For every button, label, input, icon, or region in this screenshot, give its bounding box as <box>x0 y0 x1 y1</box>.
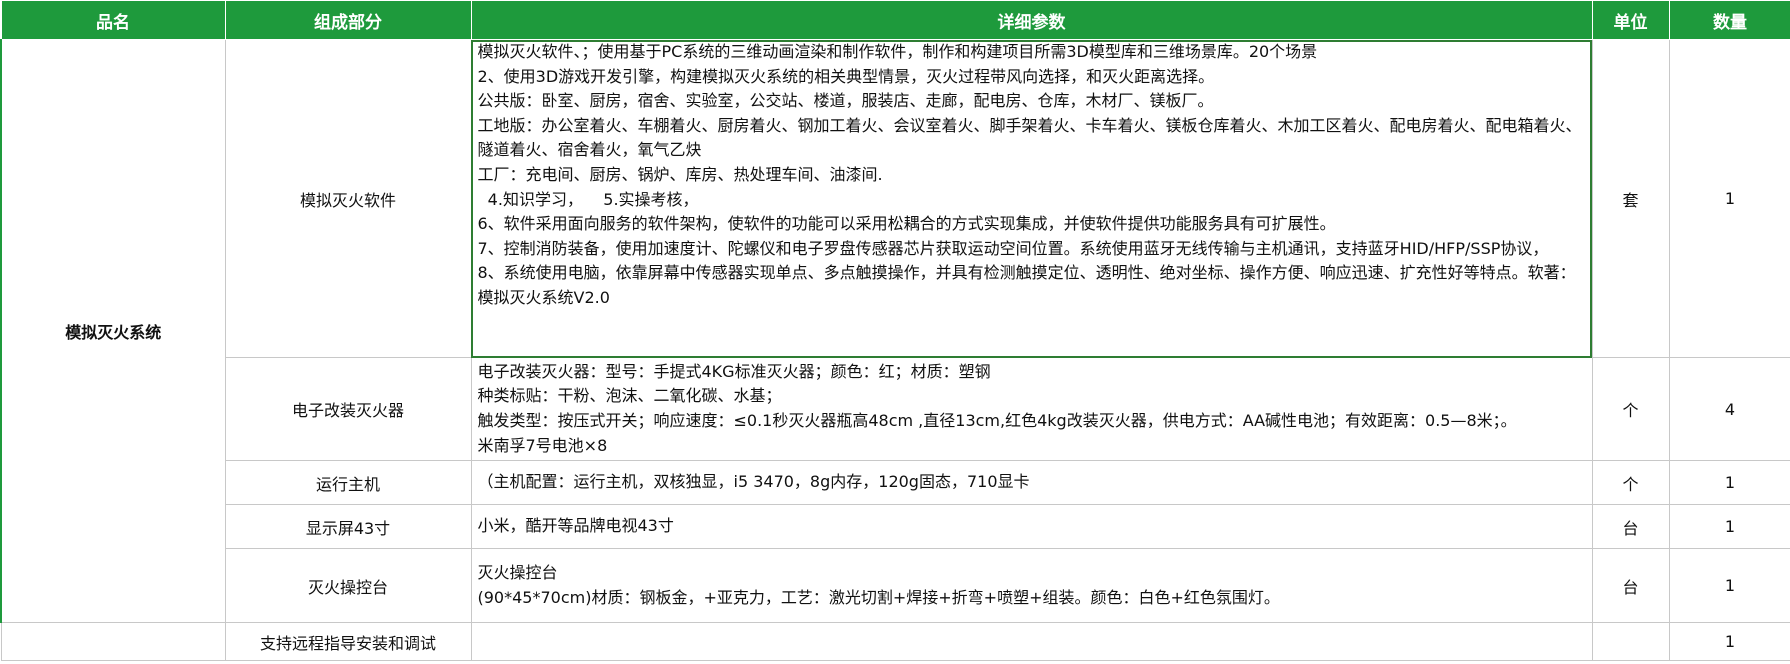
detail-cell[interactable] <box>470 622 1593 661</box>
detail-line: 工地版：办公室着火、车棚着火、厨房着火、钢加工着火、会议室着火、脚手架着火、卡车… <box>477 115 1582 160</box>
detail-cell[interactable]: 小米，酷开等品牌电视43寸 <box>470 504 1593 549</box>
header-quantity[interactable]: 数量 <box>1668 0 1790 40</box>
header-row: 品名 组成部分 详细参数 单位 数量 <box>0 0 1790 40</box>
empty-cell[interactable] <box>0 622 226 661</box>
unit-cell[interactable]: 个 <box>1591 460 1670 505</box>
component-cell[interactable]: 模拟灭火软件 <box>224 39 472 358</box>
table-row: 显示屏43寸 小米，酷开等品牌电视43寸 台 1 <box>1 504 1790 549</box>
detail-line: 电子改装灭火器：型号：手提式4KG标准灭火器；颜色：红；材质：塑钢 <box>477 361 991 381</box>
unit-cell[interactable]: 套 <box>1591 39 1670 358</box>
detail-line: 6、软件采用面向服务的软件架构，使软件的功能可以采用松耦合的方式实现集成，并使软… <box>477 214 1336 234</box>
detail-line: 灭火操控台 <box>477 562 558 582</box>
table-row: 灭火操控台 灭火操控台 (90*45*70cm)材质：钢板金，+亚克力，工艺：激… <box>1 548 1790 623</box>
detail-line: （主机配置：运行主机，双核独显，i5 3470，8g内存，120g固态，710显… <box>477 472 1030 492</box>
detail-line: 种类标贴：干粉、泡沫、二氧化碳、水基； <box>477 386 782 406</box>
quantity-cell[interactable]: 1 <box>1668 460 1790 505</box>
detail-line: 触发类型：按压式开关；响应速度：≤0.1秒灭火器瓶高48cm ,直径13cm,红… <box>477 411 1517 430</box>
detail-line: 小米，酷开等品牌电视43寸 <box>477 516 674 536</box>
detail-line: (90*45*70cm)材质：钢板金，+亚克力，工艺：激光切割+焊接+折弯+喷塑… <box>477 587 1280 607</box>
detail-line: 米南孚7号电池×8 <box>477 435 608 455</box>
detail-line: 8、系统使用电脑，依靠屏幕中传感器实现单点、多点触摸操作，并具有检测触摸定位、透… <box>477 263 1576 307</box>
component-cell[interactable]: 电子改装灭火器 <box>224 357 472 461</box>
detail-cell[interactable]: （主机配置：运行主机，双核独显，i5 3470，8g内存，120g固态，710显… <box>470 460 1593 505</box>
component-cell[interactable]: 支持远程指导安装和调试 <box>224 622 472 661</box>
detail-cell[interactable]: 灭火操控台 (90*45*70cm)材质：钢板金，+亚克力，工艺：激光切割+焊接… <box>470 548 1593 623</box>
component-cell[interactable]: 显示屏43寸 <box>224 504 472 549</box>
header-details[interactable]: 详细参数 <box>470 0 1593 40</box>
product-cell[interactable]: 模拟灭火系统 <box>0 39 226 623</box>
detail-line: 工厂：充电间、厨房、锅炉、库房、热处理车间、油漆间. <box>477 164 883 184</box>
spec-table: 品名 组成部分 详细参数 单位 数量 模拟灭火系统 模拟灭火软件 模拟灭火软件、… <box>0 0 1790 661</box>
detail-line: 4.知识学习， 5.实操考核， <box>477 189 699 209</box>
quantity-cell[interactable]: 1 <box>1668 39 1790 358</box>
unit-cell[interactable]: 台 <box>1591 504 1670 549</box>
detail-cell-selected[interactable]: 模拟灭火软件、；使用基于PC系统的三维动画渲染和制作软件，制作和构建项目所需3D… <box>470 39 1593 358</box>
component-cell[interactable]: 运行主机 <box>224 460 472 505</box>
detail-cell[interactable]: 电子改装灭火器：型号：手提式4KG标准灭火器；颜色：红；材质：塑钢 种类标贴：干… <box>470 357 1593 461</box>
component-cell[interactable]: 灭火操控台 <box>224 548 472 623</box>
quantity-cell[interactable]: 1 <box>1668 622 1790 661</box>
quantity-cell[interactable]: 1 <box>1668 548 1790 623</box>
table-row: 支持远程指导安装和调试 1 <box>0 622 1790 661</box>
table-row: 运行主机 （主机配置：运行主机，双核独显，i5 3470，8g内存，120g固态… <box>1 460 1790 505</box>
table-row: 电子改装灭火器 电子改装灭火器：型号：手提式4KG标准灭火器；颜色：红；材质：塑… <box>1 357 1790 461</box>
header-component[interactable]: 组成部分 <box>224 0 472 40</box>
quantity-cell[interactable]: 1 <box>1668 504 1790 549</box>
table-row: 模拟灭火系统 模拟灭火软件 模拟灭火软件、；使用基于PC系统的三维动画渲染和制作… <box>0 39 1790 623</box>
detail-line: 公共版：卧室、厨房，宿舍、实验室，公交站、楼道，服装店、走廊，配电房、仓库，木材… <box>477 91 1214 111</box>
detail-line: 模拟灭火软件、；使用基于PC系统的三维动画渲染和制作软件，制作和构建项目所需3D… <box>477 42 1318 61</box>
unit-cell[interactable]: 个 <box>1591 357 1670 461</box>
header-product[interactable]: 品名 <box>0 0 226 40</box>
quantity-cell[interactable]: 4 <box>1668 357 1790 461</box>
detail-line: 7、控制消防装备，使用加速度计、陀螺仪和电子罗盘传感器芯片获取运动空间位置。系统… <box>477 238 1549 258</box>
header-unit[interactable]: 单位 <box>1591 0 1670 40</box>
unit-cell[interactable]: 台 <box>1591 548 1670 623</box>
detail-line: 2、使用3D游戏开发引擎，构建模拟灭火系统的相关典型情景，灭火过程带风向选择，和… <box>477 66 1215 86</box>
unit-cell[interactable] <box>1591 622 1670 661</box>
